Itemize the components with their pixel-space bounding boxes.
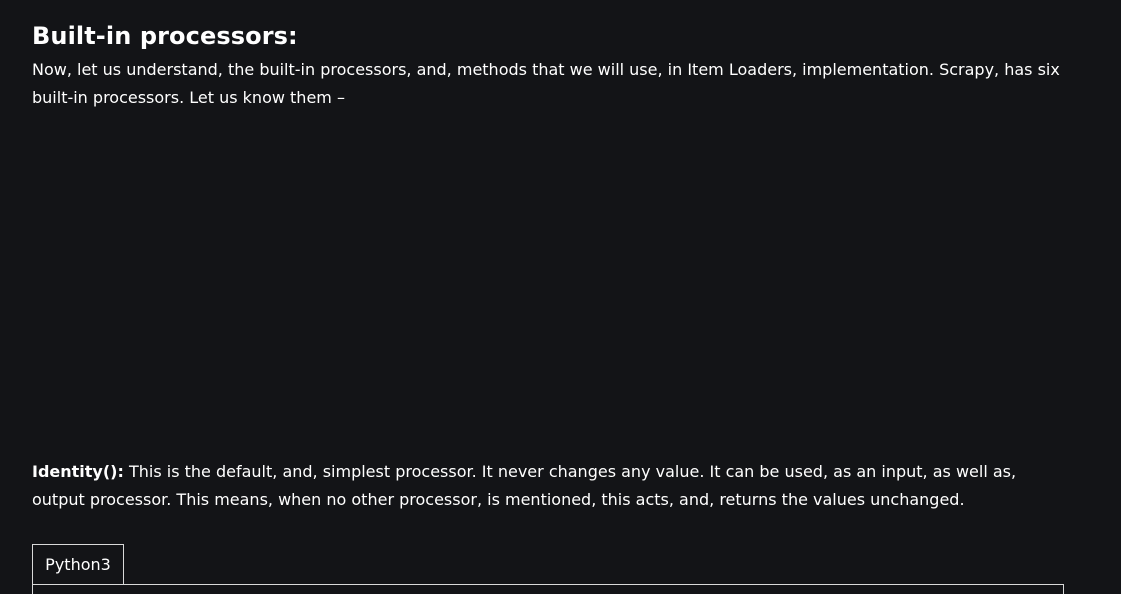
- identity-description: Identity(): This is the default, and, si…: [32, 458, 1067, 514]
- identity-label: Identity():: [32, 462, 124, 481]
- python3-code-tab[interactable]: Python3: [32, 544, 124, 584]
- article-page: Built-in processors: Now, let us underst…: [0, 0, 1121, 594]
- blank-content-area: [32, 128, 1067, 438]
- code-panel: [32, 584, 1064, 594]
- intro-paragraph: Now, let us understand, the built-in pro…: [32, 60, 1060, 107]
- identity-text: This is the default, and, simplest proce…: [32, 462, 1017, 509]
- section-heading: Built-in processors:: [32, 22, 298, 50]
